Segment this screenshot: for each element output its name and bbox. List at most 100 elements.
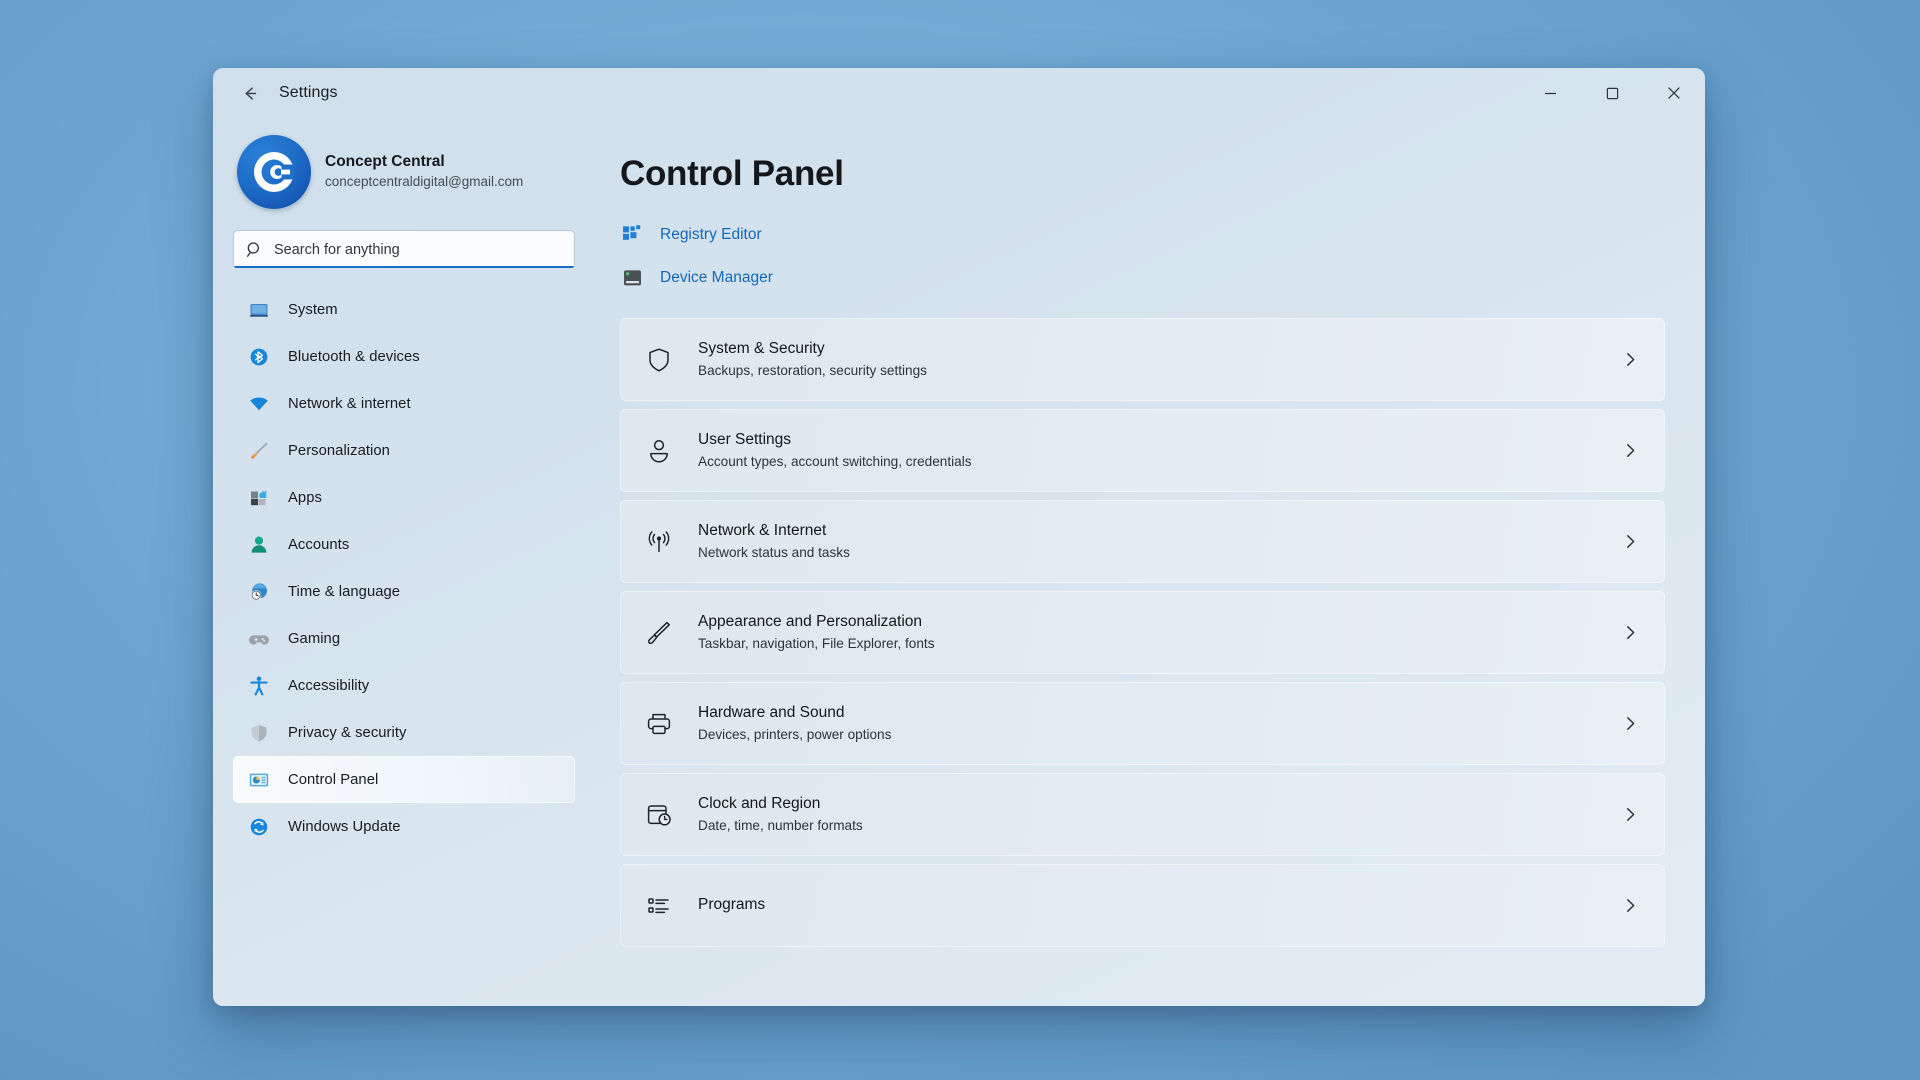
- sidebar-item-system[interactable]: System: [233, 286, 575, 333]
- sidebar-nav: System Bluetooth & devices Network & int…: [233, 286, 575, 1006]
- minimize-icon: [1544, 87, 1557, 100]
- sidebar-item-windows-update[interactable]: Windows Update: [233, 803, 575, 850]
- sidebar-item-label: Control Panel: [288, 771, 379, 788]
- sidebar-item-label: Time & language: [288, 583, 401, 600]
- sidebar-item-label: Network & internet: [288, 395, 411, 412]
- card-system-security[interactable]: System & Security Backups, restoration, …: [620, 318, 1665, 401]
- sidebar-item-accounts[interactable]: Accounts: [233, 521, 575, 568]
- shield-icon: [247, 721, 271, 745]
- bluetooth-icon: [247, 345, 271, 369]
- profile-email: conceptcentraldigital@gmail.com: [325, 174, 524, 190]
- page-title: Control Panel: [620, 154, 844, 193]
- apps-icon: [247, 486, 271, 510]
- sidebar-item-label: Windows Update: [288, 818, 401, 835]
- sidebar-item-accessibility[interactable]: Accessibility: [233, 662, 575, 709]
- sidebar-item-control-panel[interactable]: Control Panel: [233, 756, 575, 803]
- card-programs[interactable]: Programs: [620, 864, 1665, 947]
- card-title: Hardware and Sound: [698, 704, 845, 722]
- sidebar-item-label: System: [288, 301, 338, 318]
- registry-blocks-icon: [620, 222, 646, 248]
- sidebar-item-label: Personalization: [288, 442, 390, 459]
- card-hardware-sound[interactable]: Hardware and Sound Devices, printers, po…: [620, 682, 1665, 765]
- chevron-right-icon: [1617, 620, 1643, 646]
- profile-section[interactable]: Concept Central conceptcentraldigital@gm…: [233, 134, 575, 210]
- concept-central-logo: [248, 146, 300, 198]
- maximize-button[interactable]: [1581, 68, 1643, 118]
- sidebar-item-network-internet[interactable]: Network & internet: [233, 380, 575, 427]
- sidebar-item-apps[interactable]: Apps: [233, 474, 575, 521]
- control-panel-icon: [247, 768, 271, 792]
- quick-links: Registry Editor Device Manager: [620, 217, 1665, 296]
- card-subtitle: Network status and tasks: [698, 544, 850, 560]
- sidebar-item-label: Accounts: [288, 536, 350, 553]
- chevron-right-icon: [1617, 529, 1643, 555]
- list-bullet-icon: [644, 891, 674, 921]
- sidebar-item-label: Privacy & security: [288, 724, 407, 741]
- card-subtitle: Date, time, number formats: [698, 817, 863, 833]
- quick-link-registry-editor[interactable]: Registry Editor: [620, 217, 1665, 253]
- card-title: Clock and Region: [698, 795, 821, 813]
- search-icon: [246, 241, 263, 258]
- card-subtitle: Account types, account switching, creden…: [698, 453, 972, 469]
- card-title: Appearance and Personalization: [698, 613, 923, 631]
- sidebar-item-time-language[interactable]: Time & language: [233, 568, 575, 615]
- clock-globe-icon: [247, 580, 271, 604]
- avatar: [237, 135, 311, 209]
- accessibility-person-icon: [247, 674, 271, 698]
- card-appearance-personalization[interactable]: Appearance and Personalization Taskbar, …: [620, 591, 1665, 674]
- card-title: User Settings: [698, 431, 792, 449]
- search-input[interactable]: [274, 241, 562, 258]
- close-icon: [1667, 86, 1681, 100]
- chevron-right-icon: [1617, 711, 1643, 737]
- sidebar-item-label: Gaming: [288, 630, 341, 647]
- card-subtitle: Taskbar, navigation, File Explorer, font…: [698, 635, 935, 651]
- sidebar-item-bluetooth-devices[interactable]: Bluetooth & devices: [233, 333, 575, 380]
- back-button[interactable]: [229, 76, 271, 110]
- main-content: Control Panel Registry Editor Device Man…: [595, 118, 1705, 1006]
- search-box[interactable]: [233, 230, 575, 268]
- sidebar: Concept Central conceptcentraldigital@gm…: [213, 118, 595, 1006]
- close-button[interactable]: [1643, 68, 1705, 118]
- minimize-button[interactable]: [1519, 68, 1581, 118]
- card-clock-region[interactable]: Clock and Region Date, time, number form…: [620, 773, 1665, 856]
- card-user-settings[interactable]: User Settings Account types, account swi…: [620, 409, 1665, 492]
- wifi-icon: [247, 392, 271, 416]
- sidebar-item-label: Bluetooth & devices: [288, 348, 420, 365]
- device-manager-icon: [620, 265, 646, 291]
- sidebar-item-label: Accessibility: [288, 677, 370, 694]
- back-arrow-icon: [241, 84, 260, 103]
- card-network-internet[interactable]: Network & Internet Network status and ta…: [620, 500, 1665, 583]
- chevron-right-icon: [1617, 802, 1643, 828]
- sidebar-item-privacy-security[interactable]: Privacy & security: [233, 709, 575, 756]
- sidebar-item-personalization[interactable]: Personalization: [233, 427, 575, 474]
- monitor-icon: [247, 298, 271, 322]
- paintbrush-icon: [247, 439, 271, 463]
- sidebar-item-label: Apps: [288, 489, 322, 506]
- settings-window: Settings Concept Central conceptcentrald…: [213, 68, 1705, 1006]
- brush-outline-icon: [644, 618, 674, 648]
- card-title: Network & Internet: [698, 522, 827, 540]
- card-title: System & Security: [698, 340, 825, 358]
- card-subtitle: Backups, restoration, security settings: [698, 362, 927, 378]
- quick-link-label: Registry Editor: [660, 226, 762, 243]
- gamepad-icon: [247, 627, 271, 651]
- sidebar-item-gaming[interactable]: Gaming: [233, 615, 575, 662]
- title-bar: Settings: [213, 68, 1705, 118]
- chevron-right-icon: [1617, 347, 1643, 373]
- card-subtitle: Devices, printers, power options: [698, 726, 892, 742]
- chevron-right-icon: [1617, 893, 1643, 919]
- settings-cards: System & Security Backups, restoration, …: [620, 318, 1665, 947]
- update-refresh-icon: [247, 815, 271, 839]
- maximize-icon: [1606, 87, 1619, 100]
- window-body: Concept Central conceptcentraldigital@gm…: [213, 118, 1705, 1006]
- chevron-right-icon: [1617, 438, 1643, 464]
- quick-link-device-manager[interactable]: Device Manager: [620, 260, 1665, 296]
- printer-outline-icon: [644, 709, 674, 739]
- account-person-icon: [247, 533, 271, 557]
- card-title: Programs: [698, 896, 766, 914]
- profile-name: Concept Central: [325, 153, 445, 171]
- shield-outline-icon: [644, 345, 674, 375]
- window-title: Settings: [279, 84, 338, 101]
- broadcast-icon: [644, 527, 674, 557]
- quick-link-label: Device Manager: [660, 269, 773, 286]
